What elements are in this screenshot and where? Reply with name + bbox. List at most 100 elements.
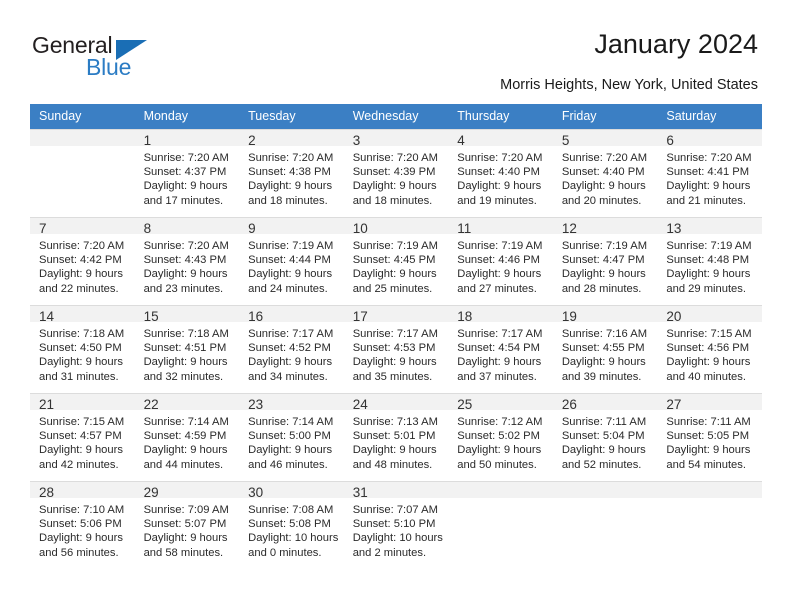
daylight-duration-line2: and 32 minutes.: [143, 370, 224, 383]
location-subtitle: Morris Heights, New York, United States: [500, 77, 758, 93]
daylight-duration-line1: Daylight: 9 hours: [457, 444, 542, 457]
weekday-header-monday: Monday: [134, 104, 240, 130]
calendar-day-cell[interactable]: 26 Sunrise: 7:11 AM Sunset: 5:04 PM Dayligh…: [552, 393, 658, 482]
day-details: Sunrise: 7:20 AM Sunset: 4:40 PM Daylight:…: [553, 146, 658, 208]
daylight-duration-line1: Daylight: 9 hours: [143, 532, 228, 545]
calendar-day-cell[interactable]: 20 Sunrise: 7:15 AM Sunset: 4:56 PM Dayligh…: [657, 305, 762, 394]
daylight-duration-line1: Daylight: 9 hours: [39, 268, 123, 281]
sunrise-time: Sunrise: 7:17 AM: [248, 328, 334, 340]
calendar-day-cell[interactable]: 21 Sunrise: 7:15 AM Sunset: 4:57 PM Dayligh…: [30, 393, 135, 482]
calendar-day-cell[interactable]: 13 Sunrise: 7:19 AM Sunset: 4:48 PM Dayligh…: [657, 217, 762, 306]
sunset-time: Sunset: 4:55 PM: [561, 342, 645, 355]
calendar-day-cell[interactable]: 16 Sunrise: 7:17 AM Sunset: 4:52 PM Dayligh…: [239, 305, 344, 394]
weekday-header-wednesday: Wednesday: [343, 104, 449, 130]
day-number: 18: [448, 306, 553, 324]
calendar-day-cell[interactable]: 9 Sunrise: 7:19 AM Sunset: 4:44 PM Daylight…: [239, 217, 344, 306]
daylight-duration-line1: Daylight: 9 hours: [666, 180, 751, 193]
day-number: 10: [343, 218, 449, 236]
calendar-day-cell[interactable]: 6 Sunrise: 7:20 AM Sunset: 4:41 PM Daylight…: [657, 129, 762, 218]
daylight-duration-line2: and 27 minutes.: [457, 282, 537, 295]
sunset-time: Sunset: 5:05 PM: [666, 430, 750, 443]
calendar-day-cell[interactable]: 15 Sunrise: 7:18 AM Sunset: 4:51 PM Dayligh…: [134, 305, 240, 394]
sunrise-time: Sunrise: 7:19 AM: [666, 240, 752, 252]
daylight-duration-line2: and 24 minutes.: [248, 282, 328, 295]
daylight-duration-line1: Daylight: 9 hours: [352, 268, 437, 281]
general-blue-logo[interactable]: General Blue: [32, 32, 182, 84]
day-details: Sunrise: 7:19 AM Sunset: 4:44 PM Daylight:…: [239, 234, 344, 296]
daylight-duration-line2: and 56 minutes.: [39, 546, 119, 559]
day-details: Sunrise: 7:07 AM Sunset: 5:10 PM Daylight:…: [344, 498, 449, 560]
day-details: Sunrise: 7:19 AM Sunset: 4:48 PM Daylight:…: [657, 234, 762, 296]
calendar-day-cell[interactable]: 1 Sunrise: 7:20 AM Sunset: 4:37 PM Daylight…: [134, 129, 240, 218]
daylight-duration-line2: and 23 minutes.: [143, 282, 224, 295]
day-number: 14: [30, 306, 135, 324]
calendar-day-cell[interactable]: 29 Sunrise: 7:09 AM Sunset: 5:07 PM Dayligh…: [134, 481, 240, 570]
weekday-header-saturday: Saturday: [657, 104, 762, 130]
sunset-time: Sunset: 4:43 PM: [143, 254, 227, 267]
calendar-day-cell[interactable]: 12 Sunrise: 7:19 AM Sunset: 4:47 PM Dayligh…: [552, 217, 658, 306]
day-number: 17: [343, 306, 449, 324]
daylight-duration-line1: Daylight: 9 hours: [143, 268, 228, 281]
daylight-duration-line1: Daylight: 9 hours: [248, 444, 333, 457]
page-title: January 2024: [594, 29, 758, 59]
calendar-day-cell[interactable]: 8 Sunrise: 7:20 AM Sunset: 4:43 PM Daylight…: [134, 217, 240, 306]
calendar-day-cell[interactable]: 27 Sunrise: 7:11 AM Sunset: 5:05 PM Dayligh…: [657, 393, 762, 482]
calendar-day-cell[interactable]: 2 Sunrise: 7:20 AM Sunset: 4:38 PM Daylight…: [239, 129, 344, 218]
day-number: 20: [657, 306, 762, 324]
calendar-day-cell[interactable]: 14 Sunrise: 7:18 AM Sunset: 4:50 PM Dayligh…: [30, 305, 135, 394]
day-number: 27: [657, 394, 762, 412]
calendar-day-cell[interactable]: 30 Sunrise: 7:08 AM Sunset: 5:08 PM Dayligh…: [239, 481, 344, 570]
sunset-time: Sunset: 4:39 PM: [352, 166, 436, 179]
daylight-duration-line2: and 18 minutes.: [248, 194, 328, 207]
daylight-duration-line1: Daylight: 10 hours: [352, 532, 443, 545]
sunset-time: Sunset: 5:10 PM: [352, 518, 436, 531]
calendar-day-cell[interactable]: 5 Sunrise: 7:20 AM Sunset: 4:40 PM Daylight…: [552, 129, 658, 218]
daylight-duration-line1: Daylight: 9 hours: [352, 444, 437, 457]
sunrise-time: Sunrise: 7:20 AM: [457, 152, 543, 164]
day-number: 4: [448, 130, 553, 148]
sunrise-time: Sunrise: 7:19 AM: [248, 240, 334, 252]
daylight-duration-line1: Daylight: 9 hours: [39, 356, 123, 369]
calendar-day-cell[interactable]: 4 Sunrise: 7:20 AM Sunset: 4:40 PM Daylight…: [448, 129, 553, 218]
calendar-day-cell[interactable]: 11 Sunrise: 7:19 AM Sunset: 4:46 PM Dayligh…: [448, 217, 553, 306]
calendar-empty-cell: [30, 129, 135, 218]
calendar-week-row: 28 Sunrise: 7:10 AM Sunset: 5:06 PM Dayligh…: [30, 481, 762, 570]
calendar-day-cell[interactable]: 22 Sunrise: 7:14 AM Sunset: 4:59 PM Dayligh…: [134, 393, 240, 482]
day-number: [552, 482, 658, 498]
day-number: 12: [552, 218, 658, 236]
calendar-day-cell[interactable]: 10 Sunrise: 7:19 AM Sunset: 4:45 PM Dayligh…: [343, 217, 449, 306]
sunset-time: Sunset: 4:42 PM: [39, 254, 122, 267]
calendar-day-cell[interactable]: 25 Sunrise: 7:12 AM Sunset: 5:02 PM Dayligh…: [448, 393, 553, 482]
calendar-day-cell[interactable]: 18 Sunrise: 7:17 AM Sunset: 4:54 PM Dayligh…: [448, 305, 553, 394]
daylight-duration-line1: Daylight: 9 hours: [561, 444, 646, 457]
daylight-duration-line1: Daylight: 9 hours: [666, 268, 751, 281]
calendar-day-cell[interactable]: 28 Sunrise: 7:10 AM Sunset: 5:06 PM Dayligh…: [30, 481, 135, 570]
day-number: 21: [30, 394, 135, 412]
day-details: Sunrise: 7:20 AM Sunset: 4:40 PM Daylight:…: [448, 146, 553, 208]
calendar-day-cell[interactable]: 3 Sunrise: 7:20 AM Sunset: 4:39 PM Daylight…: [343, 129, 449, 218]
calendar-day-cell[interactable]: 24 Sunrise: 7:13 AM Sunset: 5:01 PM Dayligh…: [343, 393, 449, 482]
daylight-duration-line2: and 52 minutes.: [561, 458, 642, 471]
calendar-day-cell[interactable]: 7 Sunrise: 7:20 AM Sunset: 4:42 PM Daylight…: [30, 217, 135, 306]
daylight-duration-line1: Daylight: 9 hours: [561, 356, 646, 369]
daylight-duration-line2: and 50 minutes.: [457, 458, 537, 471]
day-number: 9: [239, 218, 344, 236]
daylight-duration-line2: and 17 minutes.: [143, 194, 224, 207]
calendar-day-cell[interactable]: 23 Sunrise: 7:14 AM Sunset: 5:00 PM Dayligh…: [239, 393, 344, 482]
day-number: [30, 130, 135, 146]
day-number: 24: [343, 394, 449, 412]
calendar-day-cell[interactable]: 17 Sunrise: 7:17 AM Sunset: 4:53 PM Dayligh…: [343, 305, 449, 394]
sunset-time: Sunset: 5:01 PM: [352, 430, 436, 443]
calendar-day-cell[interactable]: 31 Sunrise: 7:07 AM Sunset: 5:10 PM Dayligh…: [343, 481, 449, 570]
sunrise-time: Sunrise: 7:12 AM: [457, 416, 543, 428]
daylight-duration-line2: and 39 minutes.: [561, 370, 642, 383]
day-details: Sunrise: 7:17 AM Sunset: 4:54 PM Daylight:…: [448, 322, 553, 384]
daylight-duration-line1: Daylight: 9 hours: [143, 180, 228, 193]
sunrise-time: Sunrise: 7:15 AM: [666, 328, 752, 340]
day-details: Sunrise: 7:08 AM Sunset: 5:08 PM Daylight:…: [239, 498, 344, 560]
sunset-time: Sunset: 5:00 PM: [248, 430, 331, 443]
calendar-grid: Sunday Monday Tuesday Wednesday Thursday…: [30, 104, 762, 570]
day-details: Sunrise: 7:18 AM Sunset: 4:51 PM Daylight:…: [135, 322, 240, 384]
calendar-day-cell[interactable]: 19 Sunrise: 7:16 AM Sunset: 4:55 PM Dayligh…: [552, 305, 658, 394]
calendar-empty-cell: [448, 481, 553, 570]
